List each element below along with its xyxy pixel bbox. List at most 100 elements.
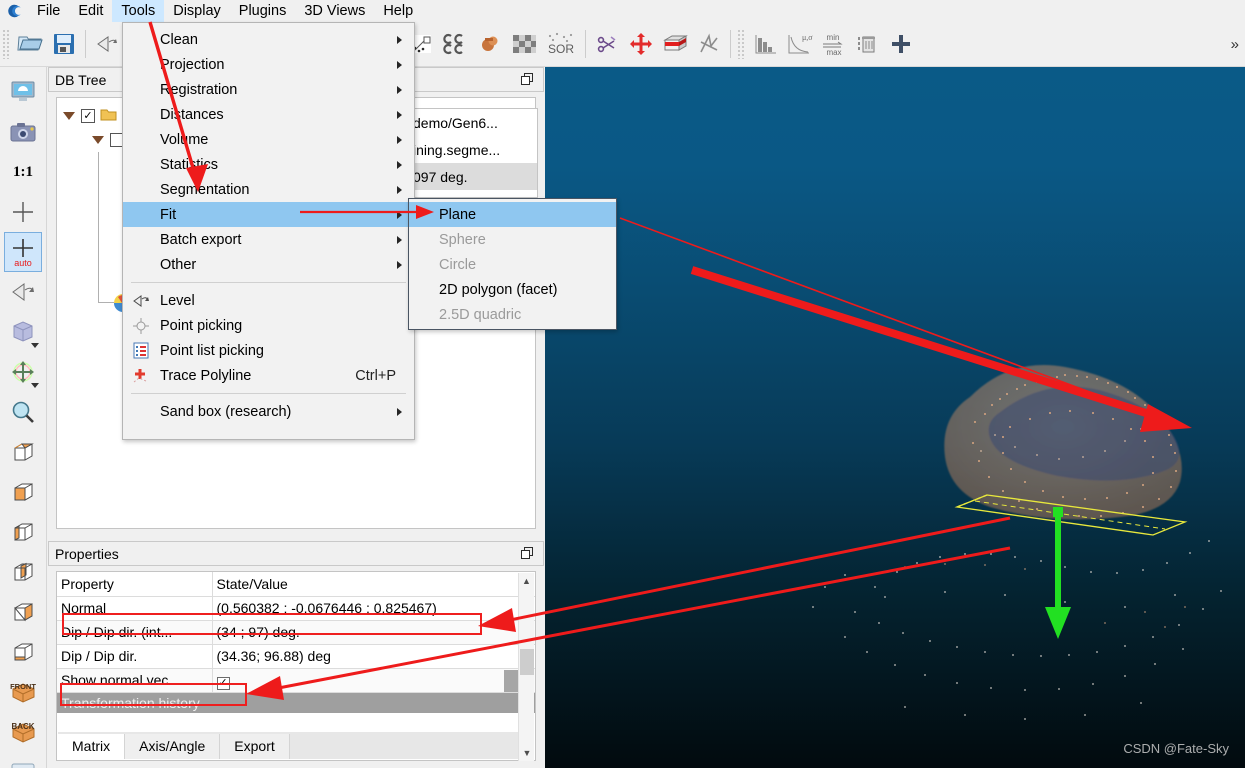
view-iso-icon[interactable] (4, 632, 42, 672)
cloud-mesh-dist-icon[interactable] (473, 26, 507, 62)
tree-peek-row-2[interactable]: ining.segme... (409, 136, 537, 163)
histogram-icon[interactable] (748, 26, 782, 62)
expand-arrow-icon[interactable] (92, 136, 104, 144)
menu-item-projection[interactable]: Projection (123, 52, 414, 77)
level-icon[interactable] (4, 272, 42, 312)
menu-item-shortcut: Ctrl+P (355, 367, 396, 384)
submenu-item-circle: Circle (409, 252, 616, 277)
translate-rotate-icon[interactable] (624, 26, 658, 62)
tab-matrix[interactable]: Matrix (58, 734, 126, 759)
clipping-box-icon[interactable] (658, 26, 692, 62)
snapshot-icon[interactable] (4, 112, 42, 152)
menu-item-label: Segmentation (160, 181, 250, 198)
property-value-normal: (0.560382 ; -0.0676446 ; 0.825467) (212, 596, 535, 621)
menu-item-label: Trace Polyline (160, 367, 252, 384)
object-display-icon[interactable] (4, 312, 42, 352)
menu-item-level[interactable]: Level (123, 288, 414, 313)
menu-plugins[interactable]: Plugins (230, 0, 296, 22)
menu-item-statistics[interactable]: Statistics (123, 152, 414, 177)
tab-export[interactable]: Export (220, 734, 290, 759)
menu-item-point-picking[interactable]: Point picking (123, 313, 414, 338)
set-pivot-icon[interactable] (4, 192, 42, 232)
segment-icon[interactable] (590, 26, 624, 62)
table-row[interactable]: Dip / Dip dir. (34.36; 96.88) deg (57, 644, 535, 669)
auto-pivot-icon[interactable]: auto (4, 232, 42, 272)
toolbar-grip-2[interactable] (737, 29, 746, 59)
submenu-item-label: Plane (439, 206, 477, 223)
table-row[interactable]: Show normal vec... ✓ (57, 668, 535, 693)
view-front-icon[interactable]: FRONT (4, 672, 42, 712)
menu-item-clean[interactable]: Clean (123, 27, 414, 52)
table-row[interactable]: Normal (0.560382 ; -0.0676446 ; 0.825467… (57, 596, 535, 621)
undock-icon[interactable] (517, 545, 537, 563)
level-icon[interactable] (90, 26, 124, 62)
camera-mode-icon[interactable] (4, 352, 42, 392)
stat-test-icon[interactable]: μ,σ (782, 26, 816, 62)
tree-peek-row-3[interactable]: 097 deg. (409, 163, 537, 190)
view-left-icon[interactable] (4, 552, 42, 592)
menu-item-volume[interactable]: Volume (123, 127, 414, 152)
scrollbar-secondary-thumb[interactable] (504, 670, 518, 692)
chevron-down-icon (31, 343, 39, 348)
menu-display[interactable]: Display (164, 0, 230, 22)
scroll-up-icon[interactable]: ▲ (519, 573, 534, 589)
view-back-icon[interactable]: BACK (4, 712, 42, 752)
fit-submenu-popup[interactable]: Plane Sphere Circle 2D polygon (facet) 2… (408, 198, 617, 330)
sor-filter-icon[interactable]: SOR (541, 26, 581, 62)
view-top-icon[interactable] (4, 472, 42, 512)
menu-item-registration[interactable]: Registration (123, 77, 414, 102)
menu-item-point-list-picking[interactable]: Point list picking (123, 338, 414, 363)
properties-section-row: Transformation history (57, 692, 535, 713)
cloud-cloud-dist-icon[interactable] (439, 26, 473, 62)
scroll-down-icon[interactable]: ▼ (519, 745, 535, 761)
properties-scrollbar[interactable]: ▲ ▼ (518, 573, 534, 761)
menu-item-label: Registration (160, 81, 238, 98)
3d-view[interactable]: CSDN @Fate-Sky (545, 67, 1245, 768)
undock-icon[interactable] (517, 71, 537, 89)
show-normal-vector-checkbox[interactable]: ✓ (216, 676, 230, 690)
tools-menu-popup[interactable]: Clean Projection Registration Distances … (122, 22, 415, 440)
save-file-icon[interactable] (47, 26, 81, 62)
menu-item-segmentation[interactable]: Segmentation (123, 177, 414, 202)
column-header-state-value: State/Value (212, 572, 535, 597)
toolbar-grip[interactable] (2, 29, 11, 59)
properties-table-container[interactable]: Property State/Value Normal (0.560382 ; … (56, 571, 536, 761)
add-icon[interactable] (884, 26, 918, 62)
table-row[interactable]: Dip / Dip dir. (int... (34 ; 97) deg. (57, 620, 535, 645)
expand-arrow-icon[interactable] (63, 112, 75, 120)
tree-peek-row-1[interactable]: demo/Gen6... (409, 109, 537, 136)
submenu-item-plane[interactable]: Plane (409, 202, 616, 227)
menu-3d-views[interactable]: 3D Views (295, 0, 374, 22)
view-default-icon[interactable] (4, 432, 42, 472)
menu-item-distances[interactable]: Distances (123, 102, 414, 127)
zoom-icon[interactable] (4, 392, 42, 432)
view-bottom-icon[interactable] (4, 512, 42, 552)
menu-item-label: Volume (160, 131, 209, 148)
menu-file[interactable]: File (28, 0, 69, 22)
scrollbar-thumb[interactable] (520, 649, 534, 675)
color-scale-icon[interactable] (4, 752, 42, 768)
delete-scalar-field-icon[interactable] (850, 26, 884, 62)
tree-checkbox[interactable]: ✓ (81, 109, 95, 123)
menu-help[interactable]: Help (374, 0, 422, 22)
menu-item-trace-polyline[interactable]: Trace Polyline Ctrl+P (123, 363, 414, 388)
menu-item-sand-box[interactable]: Sand box (research) (123, 399, 414, 424)
tab-axis-angle[interactable]: Axis/Angle (125, 734, 221, 759)
menu-separator (131, 393, 406, 394)
menu-item-fit[interactable]: Fit (123, 202, 414, 227)
view-right-icon[interactable] (4, 592, 42, 632)
animation-icon[interactable] (692, 26, 726, 62)
zoom-1-1-button[interactable]: 1:1 (4, 152, 42, 192)
toolbar-overflow-button[interactable]: » (1231, 36, 1245, 53)
menu-item-batch-export[interactable]: Batch export (123, 227, 414, 252)
menu-item-label: Distances (160, 106, 224, 123)
menu-tools[interactable]: Tools (112, 0, 165, 22)
submenu-item-2d-polygon[interactable]: 2D polygon (facet) (409, 277, 616, 302)
minmax-icon[interactable]: min max (816, 26, 850, 62)
open-file-icon[interactable] (13, 26, 47, 62)
fullscreen-icon[interactable] (4, 72, 42, 112)
menu-item-other[interactable]: Other (123, 252, 414, 277)
menu-edit[interactable]: Edit (69, 0, 112, 22)
property-name-show-normal-vector: Show normal vec... (57, 668, 213, 693)
checker-icon[interactable] (507, 26, 541, 62)
